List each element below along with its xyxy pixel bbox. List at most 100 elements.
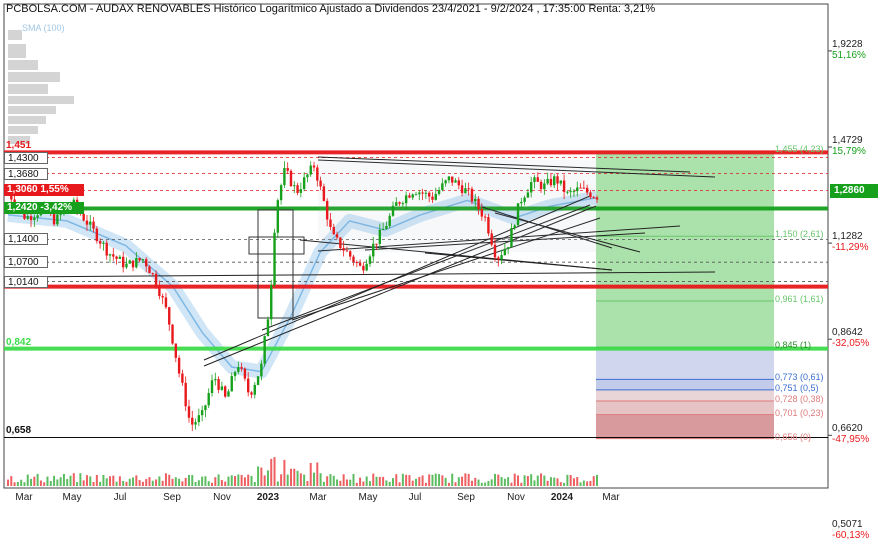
price-tag: 1,3680 [4,167,48,180]
volume-bar [359,477,362,486]
candle-body [247,378,250,393]
volume-bar [493,473,496,486]
volume-bar [197,480,200,486]
fib-level-label: 0,701 (0,23) [775,407,824,418]
volume-bar [174,477,177,486]
volume-bar [227,476,230,486]
volume-bar [260,467,263,486]
candle-body [174,343,178,358]
right-axis-value: 0,5071 [832,519,863,531]
candle-body [105,242,108,256]
volume-bar [582,480,585,486]
volume-bar [187,474,190,486]
candle-body [319,180,322,187]
price-tag: 1,0140 [4,275,48,288]
candle-body [200,410,204,416]
price-tag: 1,3060 1,55% [4,184,84,197]
volume-bar [553,477,556,486]
volume-bar [293,468,296,486]
candle-body [365,263,368,271]
volume-bar [13,482,16,486]
candle-body [158,285,161,297]
candle-body [592,197,595,199]
volume-bar [72,473,75,486]
volume-bar [283,459,286,486]
candle-body [89,221,92,225]
candle-body [148,266,151,274]
right-axis-value: 1,4729 [832,135,863,146]
volume-bar [273,457,276,486]
stock-chart [3,3,832,489]
volume-bar [151,480,154,486]
candle-body [29,216,33,221]
volume-bar [56,479,59,486]
candle-body [217,379,220,390]
candle-body [135,258,138,268]
right-axis-percent: -47,95% [832,434,870,446]
candle-body [98,241,102,244]
x-axis-label: Mar [15,492,33,503]
candle-body [141,259,145,261]
volume-bar [500,477,503,486]
candle-body [263,336,266,364]
candle-body [556,176,559,184]
volume-bar [49,481,52,486]
volume-bar [411,480,414,486]
candle-body [177,357,181,374]
candle-body [381,229,385,231]
volume-bar [349,479,352,486]
right-axis-percent: -60,13% [832,530,870,541]
volume-bar [102,474,105,486]
right-axis-value: 1,9228 [832,38,863,50]
candle-body [52,213,56,225]
candle-body [145,259,148,267]
volume-bar [243,477,246,486]
candle-body [256,376,260,385]
x-axis-label: 2024 [550,492,574,503]
volume-profile-bar [8,126,38,134]
volume-bar [201,476,204,486]
volume-bar [530,474,533,486]
candle-body [279,185,283,201]
candle-body [339,237,342,249]
candle-body [191,417,194,425]
volume-bar [592,476,595,486]
volume-profile-bar [8,72,60,82]
candle-body [56,214,59,225]
candle-body [342,248,345,251]
volume-bar [99,481,102,486]
candle-body [250,392,253,395]
volume-bar [431,474,434,486]
candle-body [441,183,444,190]
volume-bar [23,482,26,486]
candle-body [467,188,470,190]
candle-body [546,178,549,184]
volume-bar [457,477,460,486]
volume-bar [132,477,135,486]
volume-bar [520,482,523,486]
candle-body [325,200,329,220]
candle-body [227,391,230,397]
fib-level-label: 0,751 (0,5) [775,382,819,393]
candle-body [404,195,408,204]
volume-bar [125,481,128,486]
volume-bar [240,475,243,486]
volume-bar [141,481,144,486]
candle-body [500,255,503,260]
candle-body [115,256,118,259]
candle-body [408,195,411,198]
fib-level-label: 0,845 (1) [775,340,812,351]
volume-bar [309,462,312,486]
candle-body [194,422,197,425]
volume-bar [572,478,575,486]
volume-bar [128,478,131,486]
candle-body [372,243,375,257]
volume-bar [579,482,582,486]
candle-body [161,296,164,298]
volume-bar [372,473,375,486]
volume-profile-bar [8,44,26,58]
x-axis-label: 2023 [256,492,280,503]
candle-body [362,265,365,271]
candle-body [368,256,372,264]
volume-bar [355,482,358,486]
